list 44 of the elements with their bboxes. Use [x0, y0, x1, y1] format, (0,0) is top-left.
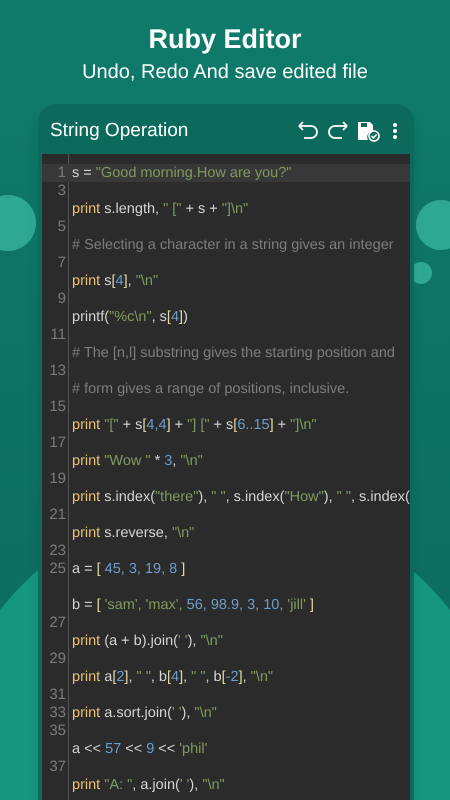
line-number: 11: [50, 326, 66, 344]
code-line: b = [ 'sam', 'max', 56, 98.9, 3, 10, 'jill' ]: [72, 596, 314, 614]
code-line: printf("%c\n", s[4]): [72, 308, 188, 326]
code-line: print "[" + s[4,4] + "] [" + s[6..15] + "]\n": [72, 416, 317, 434]
code-comment: # Selecting a character in a string gives an integer: [72, 236, 394, 254]
line-number: 21: [49, 506, 66, 524]
line-number: 27: [49, 614, 66, 632]
line-number: 17: [49, 434, 66, 452]
line-number: 3: [58, 182, 66, 200]
line-number: 35: [49, 722, 66, 740]
line-number: 33: [49, 704, 66, 722]
line-number: 31: [49, 686, 66, 704]
redo-icon[interactable]: [326, 121, 350, 141]
line-number: 1: [58, 164, 66, 182]
line-number: 9: [58, 290, 66, 308]
code-line: print a[2], " ", b[4], " ", b[-2], "\n": [72, 668, 274, 686]
save-icon[interactable]: [356, 120, 380, 142]
line-number: 25: [49, 560, 66, 578]
code-line: s = "Good morning.How are you?": [72, 164, 292, 182]
code-line: a = [ 45, 3, 19, 8 ]: [72, 560, 186, 578]
more-icon[interactable]: [392, 121, 398, 141]
code-line: print a.sort.join(' '), "\n": [72, 704, 217, 722]
code-line: print s.reverse, "\n": [72, 524, 194, 542]
code-line: print s.length, " [" + s + "]\n": [72, 200, 248, 218]
code-line: a << 57 << 9 << 'phil': [72, 740, 208, 758]
code-comment: # form gives a range of positions, inclusive.: [72, 380, 350, 398]
code-line: print (a + b).join(' '), "\n": [72, 632, 223, 650]
line-number: 5: [58, 218, 66, 236]
line-number: 23: [49, 542, 66, 560]
code-line: print s.index("there"), " ", s.index("How"), " ", s.index(: [72, 488, 410, 506]
promo-subtitle: Undo, Redo And save edited file: [82, 60, 368, 85]
promo-title: Ruby Editor: [148, 23, 302, 56]
line-number: 7: [58, 254, 66, 272]
line-number: 29: [49, 650, 66, 668]
line-number: 13: [49, 362, 66, 380]
line-number: 15: [49, 398, 66, 416]
undo-icon[interactable]: [296, 121, 320, 141]
toolbar-title: String Operation: [50, 118, 190, 143]
code-comment: # The [n,l] substring gives the starting position and: [72, 344, 395, 362]
code-line: print "A: ", a.join(' '), "\n": [72, 776, 225, 794]
line-number: 37: [49, 758, 66, 776]
code-line: print "Wow " * 3, "\n": [72, 452, 203, 470]
line-number: 19: [49, 470, 66, 488]
code-line: print s[4], "\n": [72, 272, 158, 290]
